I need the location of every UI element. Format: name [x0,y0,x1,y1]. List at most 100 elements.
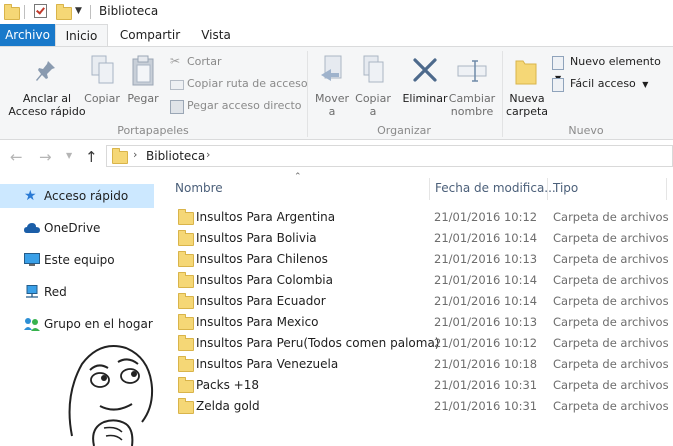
folder-icon [178,251,194,267]
file-type: Carpeta de archivos [553,336,669,350]
table-row[interactable]: Insultos Para Venezuela 21/01/2016 10:18… [174,354,673,375]
sort-ascending-icon: ⌃ [294,172,302,182]
breadcrumb-biblioteca[interactable]: Biblioteca [146,149,205,163]
table-row[interactable]: Insultos Para Argentina 21/01/2016 10:12… [174,207,673,228]
file-name: Insultos Para Peru(Todos comen paloma) [196,336,440,350]
chevron-down-icon: ▼ [642,80,649,89]
folder-icon [112,148,128,164]
file-type: Carpeta de archivos [553,399,669,413]
paste-button[interactable]: Pegar [126,55,160,115]
copy-path-label: Copiar ruta de acceso [187,77,308,90]
tab-vista[interactable]: Vista [192,24,240,46]
column-header-type[interactable]: Tipo [553,181,578,195]
separator[interactable] [547,178,548,200]
move-to-label: Mover a [314,92,350,118]
file-name: Insultos Para Chilenos [196,252,328,266]
file-type: Carpeta de archivos [553,294,669,308]
separator [90,5,91,19]
window-title: Biblioteca [99,4,159,18]
column-header-date[interactable]: Fecha de modifica... [435,181,556,195]
file-type: Carpeta de archivos [553,273,669,287]
nav-item-onedrive[interactable]: OneDrive [0,216,154,240]
nav-item-red[interactable]: Red [0,280,154,304]
folder-icon [178,377,194,393]
group-title-organizar: Organizar [377,124,431,137]
star-icon: ★ [24,188,37,204]
new-folder-icon[interactable] [56,4,72,20]
file-name: Insultos Para Venezuela [196,357,339,371]
file-name: Insultos Para Ecuador [196,294,326,308]
table-row[interactable]: Insultos Para Chilenos 21/01/2016 10:13 … [174,249,673,270]
copy-to-label: Copiar a [355,92,391,118]
copy-path-button[interactable]: Copiar ruta de acceso [170,76,308,92]
group-title-nuevo: Nuevo [568,124,604,137]
address-row: ← → ▼ ↑ › Biblioteca › [0,140,673,174]
file-type: Carpeta de archivos [553,252,669,266]
copy-to-button[interactable]: Copiar a [353,55,393,118]
table-row[interactable]: Insultos Para Ecuador 21/01/2016 10:14 C… [174,291,673,312]
cut-button[interactable]: ✂ Cortar [170,54,222,70]
recent-locations-icon[interactable]: ▼ [66,151,72,160]
network-icon [26,285,38,298]
separator[interactable] [666,178,667,200]
new-folder-icon [515,60,537,85]
breadcrumb-chevron-icon: › [206,148,211,161]
forward-arrow-icon[interactable]: → [39,148,52,166]
file-name: Insultos Para Mexico [196,315,319,329]
delete-icon [413,58,437,82]
folder-icon [178,209,194,225]
table-row[interactable]: Zelda gold 21/01/2016 10:31 Carpeta de a… [174,396,673,417]
move-to-button[interactable]: Mover a [312,55,352,118]
copy-button[interactable]: Copiar [84,55,120,115]
table-row[interactable]: Insultos Para Colombia 21/01/2016 10:14 … [174,270,673,291]
table-row[interactable]: Packs +18 21/01/2016 10:31 Carpeta de ar… [174,375,673,396]
paste-icon [132,55,154,86]
delete-label: Eliminar [402,92,448,105]
tab-archivo[interactable]: Archivo [0,24,55,46]
file-type: Carpeta de archivos [553,231,669,245]
new-item-label: Nuevo elemento [570,55,661,68]
file-date: 21/01/2016 10:18 [434,357,538,371]
table-row[interactable]: Insultos Para Bolivia 21/01/2016 10:14 C… [174,228,673,249]
rename-button[interactable]: Cambiar nombre [448,55,496,118]
tab-inicio[interactable]: Inicio [55,24,108,46]
nav-item-label: OneDrive [44,221,101,235]
paste-shortcut-button[interactable]: Pegar acceso directo [170,98,302,114]
file-type: Carpeta de archivos [553,315,669,329]
ribbon-tabs: Archivo Inicio Compartir Vista [0,24,673,46]
quick-access-dropdown-icon[interactable]: ▼ [75,6,82,16]
pin-quick-access-button[interactable]: Anclar al Acceso rápido [4,55,90,123]
nav-item-grupo-hogar[interactable]: Grupo en el hogar [0,312,154,336]
easy-access-icon [552,78,564,92]
easy-access-button[interactable]: Fácil acceso ▼ [552,76,648,92]
tab-compartir[interactable]: Compartir [112,24,188,46]
folder-icon [178,398,194,414]
copy-path-icon [170,80,184,90]
new-item-button[interactable]: Nuevo elemento ▼ [552,54,673,83]
up-arrow-icon[interactable]: ↑ [85,148,98,166]
properties-icon[interactable] [34,4,47,18]
table-row[interactable]: Insultos Para Mexico 21/01/2016 10:13 Ca… [174,312,673,333]
separator[interactable] [429,178,430,200]
new-item-icon [552,56,564,70]
file-date: 21/01/2016 10:13 [434,252,538,266]
folder-icon [178,230,194,246]
address-bar[interactable]: › Biblioteca › [106,145,673,167]
pin-label: Anclar al Acceso rápido [8,92,86,118]
file-type: Carpeta de archivos [553,378,669,392]
table-row[interactable]: Insultos Para Peru(Todos comen paloma) 2… [174,333,673,354]
column-header-name[interactable]: Nombre [175,181,223,195]
paste-shortcut-icon [170,100,184,114]
nav-item-este-equipo[interactable]: Este equipo [0,248,154,272]
cloud-icon [24,223,40,233]
new-folder-button[interactable]: Nueva carpeta [506,55,548,118]
delete-button[interactable]: Eliminar [402,55,448,117]
file-name: Insultos Para Colombia [196,273,333,287]
back-arrow-icon[interactable]: ← [10,148,23,166]
nav-item-acceso-rapido[interactable]: ★ Acceso rápido [0,184,154,208]
file-name: Insultos Para Argentina [196,210,336,224]
cut-label: Cortar [187,55,222,68]
file-date: 21/01/2016 10:14 [434,294,538,308]
title-bar: ▼ Biblioteca [0,0,673,24]
folder-icon [4,4,20,20]
